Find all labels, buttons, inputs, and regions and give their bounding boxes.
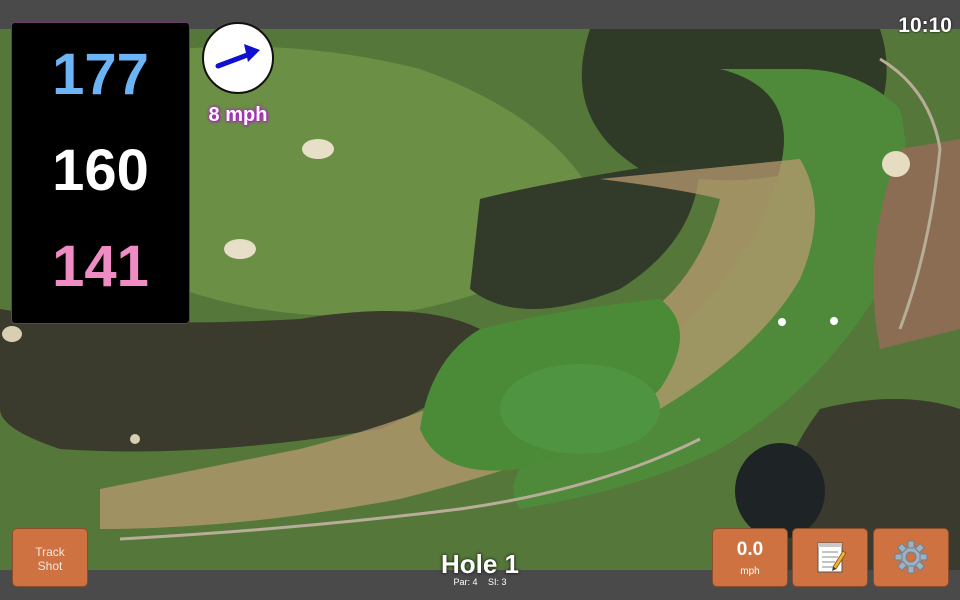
clock-time: 10:10 [898,14,952,37]
notes-button[interactable] [792,528,868,587]
hole-par: Par: 4 [453,577,478,587]
gear-icon [894,540,928,574]
front-distance: 141 [52,234,149,299]
shot-speed-button[interactable]: 0.0 mph [712,528,788,587]
notepad-icon [817,542,847,573]
track-shot-label-line2: Shot [37,559,63,573]
distance-panel[interactable]: 177 160 141 [11,22,190,324]
center-distance: 160 [52,138,149,203]
wind-indicator[interactable] [202,22,274,94]
hole-stroke-index: SI: 3 [488,577,507,587]
wind-direction-arrow-icon [215,44,260,69]
track-shot-button[interactable]: Track Shot [12,528,88,587]
hole-title: Hole 1 [440,549,520,579]
settings-button[interactable] [873,528,949,587]
speed-value: 0.0 [736,539,764,560]
speed-unit: mph [740,566,760,577]
wind-speed-label: 8 mph [208,104,268,126]
hole-info: Par: 4 SI: 3 [380,577,580,587]
track-shot-label-line1: Track [35,545,65,559]
back-distance: 177 [52,42,149,107]
